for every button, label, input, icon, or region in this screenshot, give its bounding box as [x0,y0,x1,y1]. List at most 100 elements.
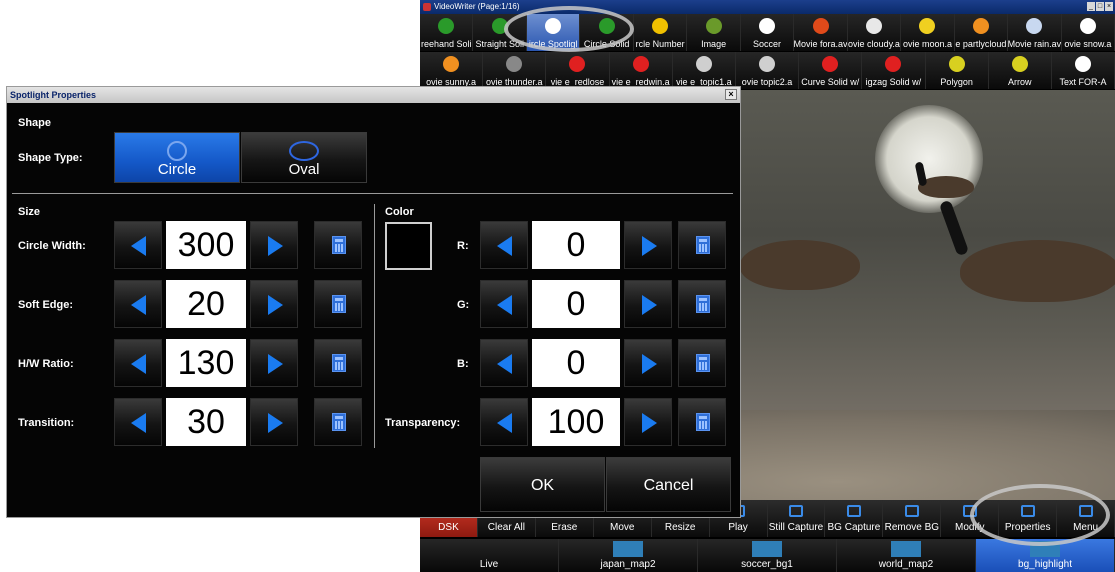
palette-item[interactable]: vie e_redlose [546,52,610,89]
palette-item[interactable]: rcle Number [633,14,688,51]
maximize-button[interactable]: □ [1096,2,1104,11]
remove-bg-icon [904,505,919,517]
palette-item[interactable]: reehand Soli [420,14,474,51]
g-decrease-button[interactable] [480,280,528,328]
palette-item[interactable]: ovie topic2.a [735,52,800,89]
b-decrease-button[interactable] [480,339,528,387]
palette-item[interactable]: Movie fora.av [794,14,848,51]
transparency-keypad-button[interactable] [678,398,726,446]
palette-item[interactable]: ovie snow.a [1061,14,1115,51]
app-titlebar: VideoWriter (Page:1/16) _ □ × [420,0,1115,14]
goose-left [740,240,860,290]
hw-ratio-increase-button[interactable] [250,339,298,387]
rain-icon [1026,18,1043,34]
soft-edge-decrease-button[interactable] [114,280,162,328]
palette-item[interactable]: Circle Solid [580,14,634,51]
movie-icon [812,18,829,34]
g-value[interactable]: 0 [532,280,620,328]
toolbar-item-label: DSK [438,522,459,533]
toolbar-item-label: Modify [955,522,985,533]
soft-edge-keypad-button[interactable] [314,280,362,328]
b-keypad-button[interactable] [678,339,726,387]
soft-edge-value[interactable]: 20 [166,280,246,328]
background-thumbnail-label: soccer_bg1 [741,559,793,570]
hw-ratio-keypad-button[interactable] [314,339,362,387]
hw-ratio-value[interactable]: 130 [166,339,246,387]
toolbar-still-capture-button[interactable]: Still Capture [767,500,826,537]
palette-item[interactable]: Image [687,14,741,51]
palette-item[interactable]: Movie rain.av [1008,14,1062,51]
circle-width-decrease-button[interactable] [114,221,162,269]
g-keypad-button[interactable] [678,280,726,328]
circle-width-value[interactable]: 300 [166,221,246,269]
shape-type-label: Shape Type: [18,152,83,164]
palette-item[interactable]: ircle Spotligl [526,14,581,51]
r-value[interactable]: 0 [532,221,620,269]
background-thumbnail[interactable]: bg_highlight [976,539,1115,572]
palette-item[interactable]: vie e_topic1.a [672,52,736,89]
r-decrease-button[interactable] [480,221,528,269]
background-thumbnail[interactable]: Live [420,539,559,572]
palette-item[interactable]: ovie sunny.a [420,52,484,89]
toolbar-bg-capture-button[interactable]: BG Capture [825,500,884,537]
soft-edge-label: Soft Edge: [18,299,73,311]
hw-ratio-decrease-button[interactable] [114,339,162,387]
palette-item[interactable]: ovie thunder.a [483,52,547,89]
transition-value[interactable]: 30 [166,398,246,446]
calculator-icon [332,236,346,254]
background-thumbnail[interactable]: soccer_bg1 [698,539,837,572]
transition-decrease-button[interactable] [114,398,162,446]
palette-item[interactable]: Straight Soli [473,14,527,51]
b-value[interactable]: 0 [532,339,620,387]
palette-item[interactable]: ovie moon.a [901,14,955,51]
column-divider [374,204,375,448]
r-keypad-button[interactable] [678,221,726,269]
transparency-value[interactable]: 100 [532,398,620,446]
dialog-titlebar: Spotlight Properties × [7,87,740,103]
palette-item[interactable]: Text FOR-A [1051,52,1115,89]
g-increase-button[interactable] [624,280,672,328]
dialog-close-button[interactable]: × [725,89,737,100]
palette-item[interactable]: vie e_redwin.a [609,52,673,89]
circle-width-increase-button[interactable] [250,221,298,269]
palette-item[interactable]: igzag Solid w/ [862,52,926,89]
toolbar-properties-button[interactable]: Properties [999,500,1058,537]
window-close-button[interactable]: × [1105,2,1113,11]
r-increase-button[interactable] [624,221,672,269]
ok-button[interactable]: OK [480,457,605,512]
cancel-button[interactable]: Cancel [606,457,731,512]
transition-keypad-button[interactable] [314,398,362,446]
palette-item[interactable]: e partlycloud [954,14,1009,51]
palette-item-label: Circle Solid [583,39,630,49]
color-section-label: Color [385,206,414,218]
transition-increase-button[interactable] [250,398,298,446]
toolbar-modify-button[interactable]: Modify [941,500,1000,537]
palette-item[interactable]: Soccer [740,14,795,51]
shape-oval-button[interactable]: Oval [241,132,367,183]
palette-item[interactable]: Curve Solid w/ [799,52,863,89]
palette-item-label: Soccer [753,39,782,49]
color-swatch[interactable] [385,222,432,270]
palette-item-label: ovie topic2.a [741,77,793,87]
topic-icon [759,56,776,72]
transparency-decrease-button[interactable] [480,398,528,446]
screen: VideoWriter (Page:1/16) _ □ × reehand So… [0,0,1115,572]
toolbar-remove-bg-button[interactable]: Remove BG [883,500,942,537]
shape-circle-button[interactable]: Circle [114,132,240,183]
palette-item[interactable]: Arrow [988,52,1052,89]
circle-icon [167,141,187,161]
palette-item[interactable]: ovie cloudy.a [847,14,902,51]
background-thumbnail[interactable]: world_map2 [837,539,976,572]
soft-edge-increase-button[interactable] [250,280,298,328]
palette-item-label: Arrow [1008,77,1032,87]
palette-item[interactable]: Polygon [925,52,989,89]
b-increase-button[interactable] [624,339,672,387]
calculator-icon [696,354,710,372]
calculator-icon [332,413,346,431]
circle-width-keypad-button[interactable] [314,221,362,269]
background-thumbnail[interactable]: japan_map2 [559,539,698,572]
hw-ratio-label: H/W Ratio: [18,358,74,370]
transparency-increase-button[interactable] [624,398,672,446]
minimize-button[interactable]: _ [1087,2,1095,11]
toolbar-menu-button[interactable]: Menu [1057,500,1115,537]
